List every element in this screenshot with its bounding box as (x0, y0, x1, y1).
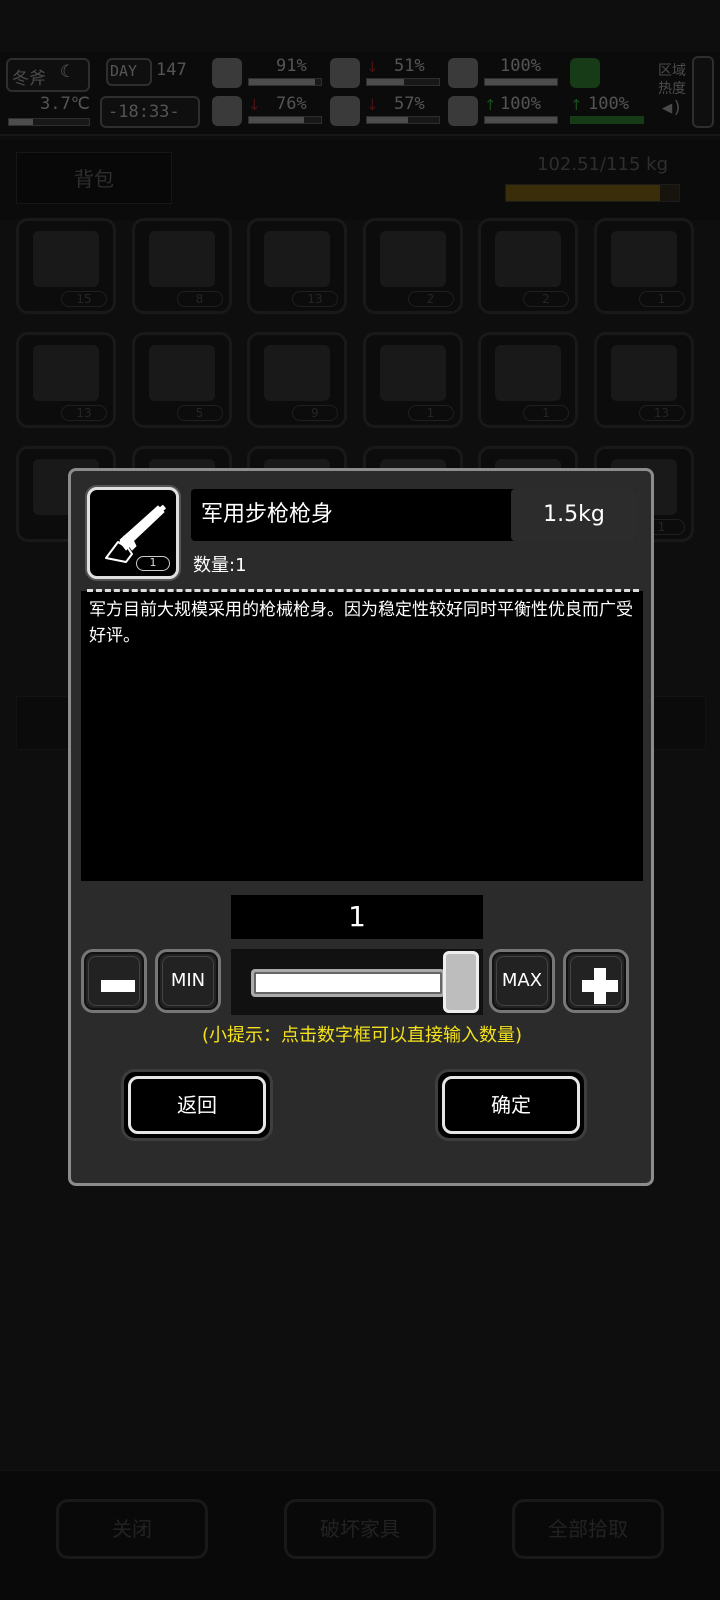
item-quantity-dialog: 1 军用步枪枪身 1.5kg 数量:1 军方目前大规模采用的枪械枪身。因为稳定性… (68, 468, 654, 1186)
quantity-controls: 1 MIN MAX (小提示：点击数字框可以直接输入数量) (75, 883, 649, 1051)
min-button[interactable]: MIN (155, 949, 221, 1013)
confirm-button[interactable]: 确定 (435, 1069, 587, 1141)
confirm-label: 确定 (442, 1076, 580, 1134)
item-icon-count: 1 (136, 556, 170, 571)
divider (87, 589, 639, 592)
slider-thumb[interactable] (443, 951, 479, 1013)
item-name-bar: 军用步枪枪身 1.5kg (191, 489, 637, 541)
item-name: 军用步枪枪身 (201, 502, 334, 527)
quantity-input[interactable]: 1 (231, 895, 483, 939)
back-label: 返回 (128, 1076, 266, 1134)
quantity-slider[interactable] (231, 949, 483, 1015)
min-label: MIN (170, 970, 206, 991)
minus-icon (88, 956, 140, 1006)
item-description: 军方目前大规模采用的枪械枪身。因为稳定性较好同时平衡性优良而广受好评。 (89, 600, 633, 646)
item-icon-slot: 1 (87, 487, 179, 579)
max-label: MAX (501, 970, 543, 991)
hint-text: (小提示：点击数字框可以直接输入数量) (201, 1025, 523, 1046)
decrease-button[interactable] (81, 949, 147, 1013)
item-weight: 1.5kg (511, 489, 637, 541)
max-button[interactable]: MAX (489, 949, 555, 1013)
slider-track (251, 969, 445, 997)
description-panel: 军方目前大规模采用的枪械枪身。因为稳定性较好同时平衡性优良而广受好评。 (81, 591, 643, 881)
plus-icon (570, 956, 622, 1006)
back-button[interactable]: 返回 (121, 1069, 273, 1141)
increase-button[interactable] (563, 949, 629, 1013)
item-quantity-text: 数量:1 (193, 555, 247, 576)
